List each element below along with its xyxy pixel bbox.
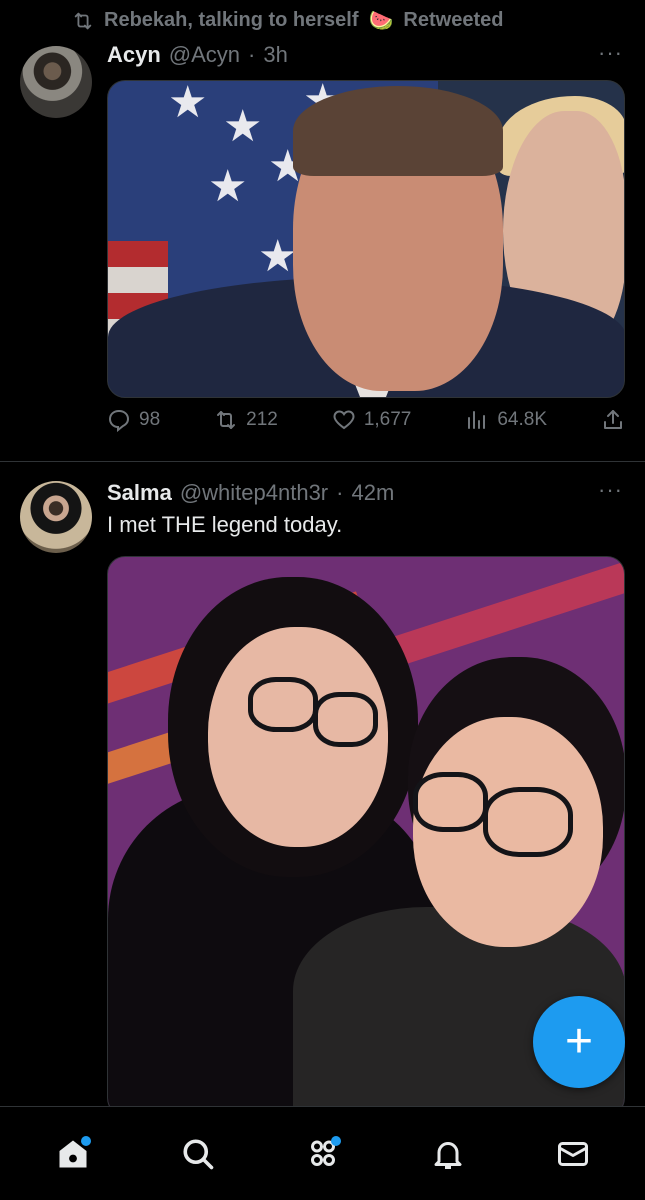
- retweet-icon: [74, 12, 92, 29]
- views-chart-icon: [468, 411, 486, 429]
- view-count: 64.8K: [497, 409, 547, 430]
- avatar[interactable]: [20, 46, 92, 118]
- heart-icon: [333, 410, 355, 430]
- nav-communities[interactable]: [293, 1124, 353, 1184]
- retweeted-label: Retweeted: [403, 9, 504, 31]
- like-button[interactable]: 1,677: [332, 408, 412, 432]
- retweet-context[interactable]: Rebekah, talking to herself 🍉 Retweeted: [72, 8, 503, 33]
- main-person-hair: [293, 86, 503, 176]
- retweeter-name: Rebekah, talking to herself: [104, 9, 359, 31]
- bottom-navigation: [0, 1106, 645, 1200]
- display-name[interactable]: Salma: [107, 480, 172, 506]
- retweet-icon: [217, 411, 236, 429]
- nav-messages[interactable]: [543, 1124, 603, 1184]
- tweet-actions: 98 212 1,677 64.8K: [107, 408, 625, 432]
- notification-dot: [330, 1135, 341, 1146]
- mail-icon: [557, 1141, 588, 1166]
- nav-search[interactable]: [168, 1124, 228, 1184]
- retweet-button[interactable]: 212: [214, 408, 278, 432]
- handle[interactable]: @whitep4nth3r: [180, 480, 328, 506]
- retweet-count: 212: [246, 409, 278, 430]
- timestamp[interactable]: 42m: [351, 480, 394, 506]
- tweet-media[interactable]: ★ ★ ★ ★ ★ ★: [107, 80, 625, 398]
- glasses-graphic: [413, 772, 488, 832]
- more-options-icon[interactable]: ···: [598, 42, 623, 64]
- reply-button[interactable]: 98: [107, 408, 160, 432]
- like-count: 1,677: [363, 409, 412, 430]
- glasses-graphic: [483, 787, 573, 857]
- separator: ·: [248, 42, 256, 67]
- compose-tweet-button[interactable]: +: [533, 996, 625, 1088]
- tweet[interactable]: Rebekah, talking to herself 🍉 Retweeted …: [0, 0, 645, 462]
- reply-icon: [108, 409, 130, 432]
- share-icon: [603, 410, 622, 429]
- share-button[interactable]: [601, 408, 625, 432]
- tweet-header: Salma @whitep4nth3r · 42m: [107, 480, 394, 506]
- views-button[interactable]: 64.8K: [465, 408, 547, 432]
- handle[interactable]: @Acyn: [169, 42, 240, 68]
- avatar[interactable]: [20, 481, 92, 553]
- reply-count: 98: [139, 409, 161, 430]
- glasses-graphic: [248, 677, 318, 732]
- search-icon: [182, 1138, 213, 1169]
- timestamp[interactable]: 3h: [263, 42, 287, 68]
- separator: ·: [336, 480, 344, 505]
- tweet-header: Acyn @Acyn · 3h: [107, 42, 288, 68]
- notification-dot: [80, 1135, 91, 1146]
- tweet-text: I met THE legend today.: [107, 512, 343, 537]
- nav-notifications[interactable]: [418, 1124, 478, 1184]
- more-options-icon[interactable]: ···: [598, 479, 623, 501]
- bell-icon: [434, 1141, 461, 1169]
- display-name[interactable]: Acyn: [107, 42, 161, 68]
- nav-home[interactable]: [43, 1124, 103, 1184]
- watermelon-emoji: 🍉: [368, 10, 394, 32]
- glasses-graphic: [313, 692, 378, 747]
